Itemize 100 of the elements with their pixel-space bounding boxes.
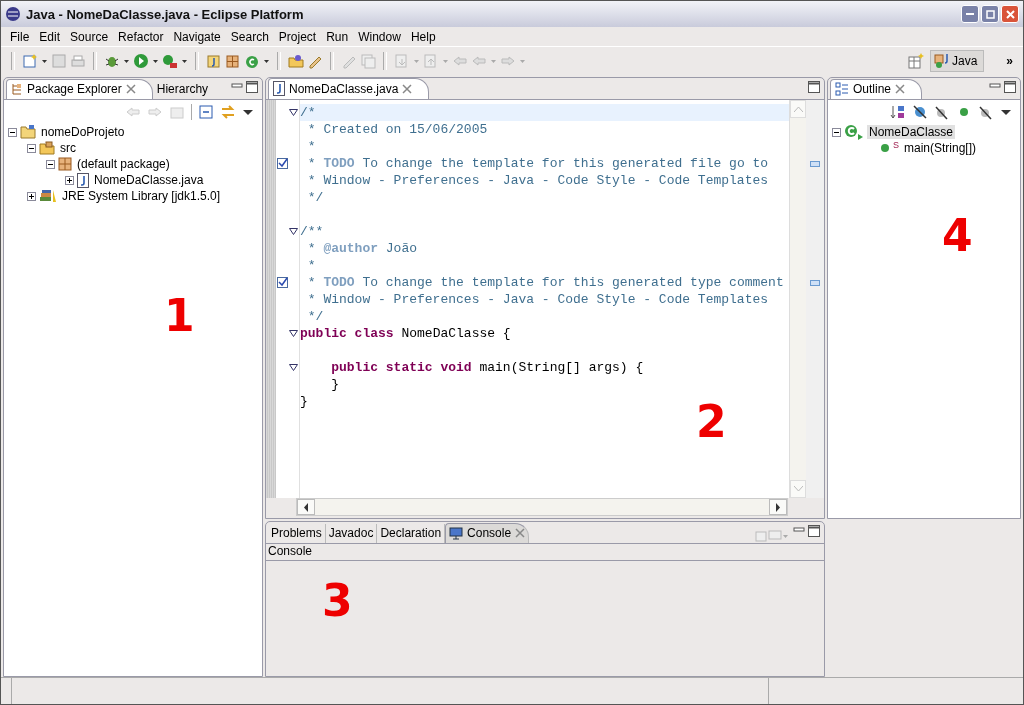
view-tab[interactable]: Javadoc <box>325 524 378 543</box>
link-editor-icon[interactable] <box>220 104 236 120</box>
fold-triangle-icon[interactable] <box>289 364 298 371</box>
minimize-icon <box>966 13 974 15</box>
new-package-icon[interactable] <box>225 53 241 69</box>
task-checkbox-icon <box>276 158 288 169</box>
close-icon[interactable] <box>125 84 136 94</box>
outline-item[interactable]: main(String[]) <box>902 141 979 155</box>
code-line: * @author João <box>306 241 418 256</box>
task-checkbox-icon <box>276 277 288 288</box>
collapse-all-icon[interactable] <box>198 104 214 120</box>
tree-item[interactable]: NomeDaClasse.java <box>92 173 206 187</box>
java-file-icon <box>77 172 89 188</box>
code-line: * <box>306 139 316 154</box>
tree-item[interactable]: JRE System Library [jdk1.5.0] <box>60 189 223 203</box>
menu-item[interactable]: Search <box>225 29 274 44</box>
annotation-number: 2 <box>696 400 727 444</box>
menu-item[interactable]: Edit <box>34 29 66 44</box>
tree-item[interactable]: nomeDoProjeto <box>39 125 127 139</box>
maximize-icon[interactable] <box>808 80 820 93</box>
package-icon <box>58 157 72 171</box>
view-tab[interactable]: Package Explorer <box>6 79 153 99</box>
print-icon[interactable] <box>70 53 86 69</box>
menu-item[interactable]: Window <box>353 29 406 44</box>
maximize-icon <box>985 9 995 19</box>
open-type-icon[interactable] <box>288 53 304 69</box>
close-button[interactable] <box>1001 5 1019 23</box>
tree-item[interactable]: src <box>58 141 78 155</box>
fold-triangle-icon[interactable] <box>289 330 298 337</box>
tree-toggle[interactable] <box>27 191 36 201</box>
code-line: * TODO To change the template for this generated file go to <box>306 156 769 171</box>
code-line: } <box>330 377 339 392</box>
annotation-number: 1 <box>164 294 195 338</box>
close-icon[interactable] <box>402 83 413 94</box>
tree-toggle[interactable] <box>46 159 55 169</box>
run-external-icon[interactable] <box>162 53 178 69</box>
method-dot-icon <box>880 143 890 153</box>
package-folder-icon <box>39 141 55 155</box>
maximize-icon[interactable] <box>808 524 820 537</box>
menu-item[interactable]: Run <box>321 29 354 44</box>
java-perspective-icon <box>933 53 950 69</box>
code-line: */ <box>306 190 324 205</box>
view-tab[interactable]: Console <box>445 523 530 543</box>
hide-fields-icon[interactable] <box>912 104 928 120</box>
code-line: /** <box>300 224 324 239</box>
scroll-right-icon[interactable] <box>775 502 781 512</box>
minimize-button[interactable] <box>961 5 979 23</box>
menu-item[interactable]: Navigate <box>168 29 226 44</box>
code-line: * Window - Preferences - Java - Code Style - Code Templates <box>306 292 769 307</box>
more-perspectives-button[interactable]: » <box>1006 54 1013 68</box>
horizontal-scrollbar[interactable] <box>296 498 788 516</box>
fold-triangle-icon[interactable] <box>289 228 298 235</box>
code-line: * <box>306 258 316 273</box>
code-line: * Window - Preferences - Java - Code Style - Code Templates <box>306 173 769 188</box>
menu-item[interactable]: File <box>5 29 35 44</box>
tree-toggle[interactable] <box>832 127 841 137</box>
sort-icon[interactable] <box>890 104 906 120</box>
run-icon[interactable] <box>133 53 149 69</box>
menu-item[interactable]: Help <box>405 29 441 44</box>
static-marker: S <box>893 140 899 150</box>
tree-toggle[interactable] <box>27 143 36 153</box>
open-perspective-icon[interactable] <box>907 53 924 69</box>
maximize-button[interactable] <box>981 5 999 23</box>
annotation-number: 3 <box>322 579 353 623</box>
code-line: * TODO To change the template for this generated type comment <box>306 275 784 290</box>
project-folder-icon <box>20 125 36 139</box>
new-java-project-icon[interactable] <box>206 53 222 69</box>
package-icon <box>11 83 23 95</box>
monitor-icon <box>449 526 464 540</box>
maximize-icon[interactable] <box>246 80 258 93</box>
code-line: public static void main(String[] args) { <box>330 360 644 375</box>
task-marker[interactable] <box>810 279 820 286</box>
scroll-left-icon[interactable] <box>303 502 309 512</box>
tree-item[interactable]: (default package) <box>75 157 172 171</box>
fold-triangle-icon[interactable] <box>289 109 298 116</box>
close-icon[interactable] <box>515 528 526 538</box>
maximize-icon[interactable] <box>1004 80 1016 93</box>
outline-item[interactable]: NomeDaClasse <box>867 125 956 139</box>
code-line: } <box>300 394 308 409</box>
menu-item[interactable]: Project <box>273 29 322 44</box>
view-tab[interactable]: Outline <box>830 79 923 99</box>
tree-toggle[interactable] <box>65 175 74 185</box>
menu-item[interactable]: Source <box>65 29 114 44</box>
window-title: Java - NomeDaClasse.java - Eclipse Platform <box>26 6 304 22</box>
outline-icon <box>835 82 849 96</box>
hide-static-icon[interactable] <box>934 104 950 120</box>
view-tab[interactable]: Problems <box>268 524 326 543</box>
tree-toggle[interactable] <box>8 127 17 137</box>
annotation-number: 4 <box>942 214 973 258</box>
close-icon <box>1005 9 1015 19</box>
hide-local-types-icon[interactable] <box>978 104 994 120</box>
code-line: /* <box>300 105 316 120</box>
close-icon[interactable] <box>895 84 906 94</box>
menu-item[interactable]: Refactor <box>113 29 169 44</box>
code-line: * Created on 15/06/2005 <box>306 122 488 137</box>
view-tab[interactable]: Hierarchy <box>152 80 217 99</box>
java-perspective-button[interactable]: Java <box>929 50 985 72</box>
editor-tab[interactable]: NomeDaClasse.java <box>268 78 430 99</box>
task-marker[interactable] <box>810 160 820 167</box>
eclipse-logo-icon <box>5 6 21 22</box>
